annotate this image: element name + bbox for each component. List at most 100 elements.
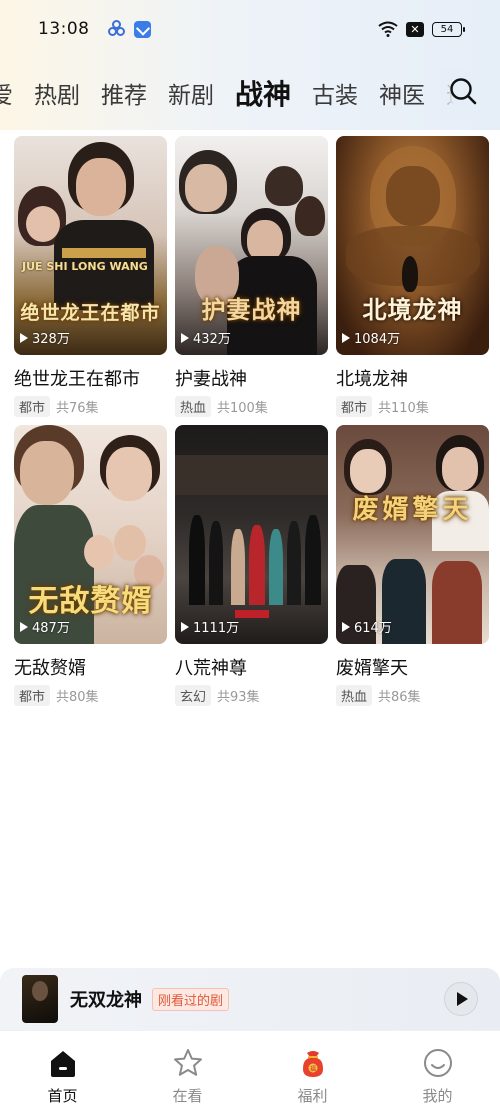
- lucky-bag-icon: 福: [302, 1051, 323, 1077]
- episode-count: 共76集: [56, 401, 99, 416]
- drama-meta: 都市 共80集: [14, 685, 167, 706]
- play-count: 328万: [20, 328, 70, 347]
- category-tabs: 爱 热剧 推荐 新剧 战神 古装 神医 逆: [0, 66, 500, 120]
- genre-tag: 都市: [14, 396, 51, 417]
- svg-text:福: 福: [309, 1065, 315, 1073]
- status-app-icons: [107, 20, 151, 38]
- play-count-value: 432万: [193, 332, 231, 347]
- search-icon[interactable]: [448, 76, 478, 106]
- drama-card[interactable]: 废婿擎天 614万 废婿擎天 热血 共86集: [336, 425, 489, 706]
- wifi-icon: [378, 21, 398, 37]
- play-count-value: 328万: [32, 332, 70, 347]
- tab-item[interactable]: 爱: [0, 76, 13, 110]
- play-count: 614万: [342, 617, 392, 636]
- genre-tag: 玄幻: [175, 685, 212, 706]
- tab-item[interactable]: 神医: [379, 76, 425, 110]
- drama-title[interactable]: 无敌赘婿: [14, 654, 167, 680]
- drama-meta: 热血 共100集: [175, 396, 328, 417]
- play-icon: [20, 621, 28, 632]
- genre-tag: 热血: [336, 685, 373, 706]
- recently-watched-badge: 刚看过的剧: [152, 987, 230, 1011]
- play-count-value: 1111万: [193, 621, 240, 636]
- play-count-value: 614万: [354, 621, 392, 636]
- now-playing-thumbnail[interactable]: [22, 975, 58, 1023]
- episode-count: 共80集: [56, 690, 99, 705]
- bottom-nav: 首页 在看 福 福利 我的: [0, 1030, 500, 1114]
- genre-tag: 都市: [14, 685, 51, 706]
- home-icon: [50, 1051, 75, 1077]
- play-button[interactable]: [444, 982, 478, 1016]
- tab-item[interactable]: 热剧: [34, 76, 80, 110]
- play-icon: [20, 332, 28, 343]
- drama-card[interactable]: JUE SHI LONG WANG 绝世龙王在都市 328万 绝世龙王在都市 都…: [14, 136, 167, 417]
- drama-poster[interactable]: 护妻战神 432万: [175, 136, 328, 355]
- battery-icon: 54: [432, 21, 465, 37]
- poster-title-art: 无敌赘婿: [28, 584, 153, 619]
- nav-item-rewards[interactable]: 福 福利: [250, 1031, 375, 1114]
- status-time: 13:08: [38, 19, 90, 39]
- sim-off-icon: ✕: [406, 21, 424, 37]
- genre-tag: 热血: [175, 396, 212, 417]
- drama-meta: 都市 共76集: [14, 396, 167, 417]
- drama-card[interactable]: 护妻战神 432万 护妻战神 热血 共100集: [175, 136, 328, 417]
- episode-count: 共93集: [217, 690, 260, 705]
- play-count-value: 1084万: [354, 332, 401, 347]
- nav-label: 在看: [172, 1087, 203, 1105]
- poster-title-art: 废婿擎天: [352, 495, 473, 525]
- tab-item[interactable]: 古装: [312, 76, 358, 110]
- nav-label: 首页: [47, 1087, 78, 1105]
- nav-item-profile[interactable]: 我的: [375, 1031, 500, 1114]
- drama-title[interactable]: 废婿擎天: [336, 654, 489, 680]
- drama-title[interactable]: 八荒神尊: [175, 654, 328, 680]
- episode-count: 共100集: [217, 401, 268, 416]
- drama-poster[interactable]: 北境龙神 1084万: [336, 136, 489, 355]
- drama-poster[interactable]: 废婿擎天 614万: [336, 425, 489, 644]
- now-playing-title[interactable]: 无双龙神: [70, 986, 142, 1012]
- drama-meta: 玄幻 共93集: [175, 685, 328, 706]
- now-playing-bar[interactable]: 无双龙神 刚看过的剧: [0, 968, 500, 1030]
- play-icon: [342, 332, 350, 343]
- app-notification-icon: [107, 20, 126, 38]
- poster-subtitle: JUE SHI LONG WANG: [22, 260, 148, 273]
- play-count: 1111万: [181, 617, 239, 636]
- tab-item-active[interactable]: 战神: [235, 73, 291, 113]
- drama-poster[interactable]: 1111万: [175, 425, 328, 644]
- smiley-icon: [423, 1049, 452, 1077]
- drama-title[interactable]: 北境龙神: [336, 365, 489, 391]
- poster-title-art: 护妻战神: [201, 295, 302, 324]
- play-icon: [181, 332, 189, 343]
- nav-item-home[interactable]: 首页: [0, 1031, 125, 1114]
- nav-label: 福利: [297, 1087, 328, 1105]
- drama-poster[interactable]: JUE SHI LONG WANG 绝世龙王在都市 328万: [14, 136, 167, 355]
- play-icon: [342, 621, 350, 632]
- play-count: 487万: [20, 617, 70, 636]
- play-count-value: 487万: [32, 621, 70, 636]
- star-icon: [173, 1049, 202, 1076]
- episode-count: 共110集: [378, 401, 429, 416]
- status-bar: 13:08 ✕ 54: [0, 0, 500, 58]
- drama-meta: 都市 共110集: [336, 396, 489, 417]
- poster-title-art: 绝世龙王在都市: [20, 302, 161, 324]
- status-indicators: ✕ 54: [378, 21, 465, 37]
- drama-meta: 热血 共86集: [336, 685, 489, 706]
- battery-level: 54: [440, 23, 454, 35]
- drama-card[interactable]: 1111万 八荒神尊 玄幻 共93集: [175, 425, 328, 706]
- drama-card[interactable]: 无敌赘婿 487万 无敌赘婿 都市 共80集: [14, 425, 167, 706]
- app-shortcut-icon: [133, 20, 151, 38]
- drama-title[interactable]: 护妻战神: [175, 365, 328, 391]
- drama-poster[interactable]: 无敌赘婿 487万: [14, 425, 167, 644]
- nav-label: 我的: [422, 1087, 453, 1105]
- episode-count: 共86集: [378, 690, 421, 705]
- drama-card[interactable]: 北境龙神 1084万 北境龙神 都市 共110集: [336, 136, 489, 417]
- tab-item[interactable]: 推荐: [101, 76, 147, 110]
- genre-tag: 都市: [336, 396, 373, 417]
- drama-title[interactable]: 绝世龙王在都市: [14, 365, 167, 391]
- tabs-track: 爱 热剧 推荐 新剧 战神 古装 神医 逆: [0, 66, 490, 120]
- tab-item[interactable]: 新剧: [168, 76, 214, 110]
- play-icon: [181, 621, 189, 632]
- play-count: 432万: [181, 328, 231, 347]
- nav-item-watching[interactable]: 在看: [125, 1031, 250, 1114]
- play-count: 1084万: [342, 328, 400, 347]
- play-icon: [457, 992, 468, 1006]
- poster-title-art: 北境龙神: [362, 295, 463, 324]
